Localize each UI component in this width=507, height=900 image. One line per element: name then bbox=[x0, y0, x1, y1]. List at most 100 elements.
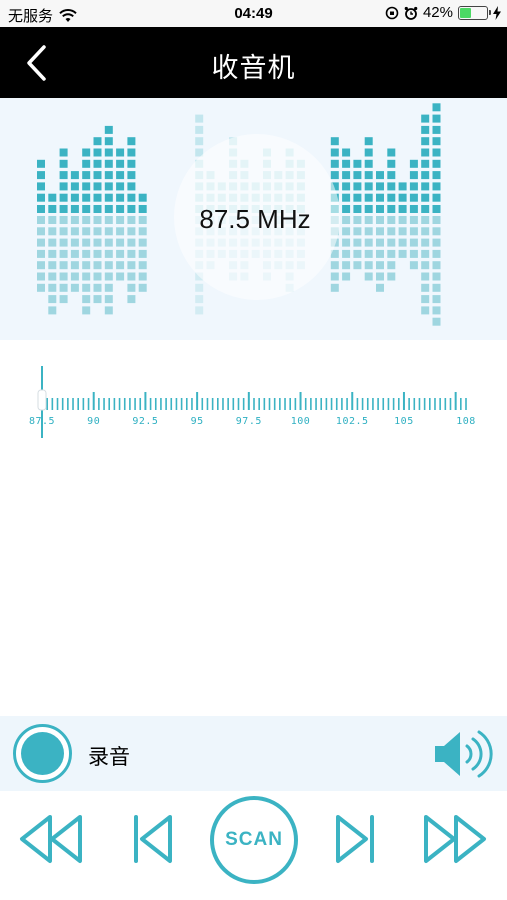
spectrum-cell bbox=[421, 216, 430, 224]
record-label: 录音 bbox=[88, 746, 130, 769]
spectrum-cell bbox=[138, 283, 147, 292]
spectrum-cell bbox=[127, 193, 136, 202]
scan-button[interactable]: SCAN bbox=[210, 796, 298, 884]
page-title: 收音机 bbox=[211, 53, 296, 83]
spectrum-cell bbox=[37, 283, 45, 292]
spectrum-cell bbox=[409, 249, 418, 258]
frequency-tuner[interactable]: 87.5 90 92.5 95 97.5 100 102.5 105 108 bbox=[0, 340, 507, 450]
spectrum-cell bbox=[70, 171, 79, 180]
tuner-handle bbox=[37, 389, 47, 411]
status-bar: 无服务 04:49 42% bbox=[0, 0, 507, 27]
spectrum-cell bbox=[82, 249, 91, 258]
tuner-scale-label: 100 bbox=[290, 416, 311, 427]
spectrum-cell bbox=[48, 295, 57, 304]
alarm-icon bbox=[404, 6, 418, 20]
spectrum-cell bbox=[409, 171, 418, 180]
spectrum-cell bbox=[195, 306, 204, 315]
spectrum-cell bbox=[82, 148, 91, 157]
spectrum-cell bbox=[93, 159, 102, 168]
spectrum-cell bbox=[421, 171, 430, 180]
spectrum-cell bbox=[398, 227, 407, 236]
spectrum-cell bbox=[104, 137, 113, 146]
spectrum-cell bbox=[127, 216, 136, 224]
spectrum-cell bbox=[330, 159, 339, 168]
spectrum-cell bbox=[104, 227, 113, 236]
spectrum-cell bbox=[387, 182, 396, 191]
spectrum-cell bbox=[82, 182, 91, 191]
spectrum-cell bbox=[432, 148, 441, 157]
spectrum-cell bbox=[421, 193, 430, 202]
spectrum-cell bbox=[82, 171, 91, 180]
spectrum-cell bbox=[421, 227, 430, 236]
spectrum-cell bbox=[387, 216, 396, 224]
spectrum-cell bbox=[409, 205, 418, 213]
spectrum-cell bbox=[432, 317, 441, 326]
spectrum-cell bbox=[421, 249, 430, 258]
spectrum-cell bbox=[342, 238, 351, 247]
spectrum-cell bbox=[48, 227, 57, 236]
spectrum-cell bbox=[195, 114, 204, 123]
spectrum-cell bbox=[82, 159, 91, 168]
spectrum-cell bbox=[59, 148, 68, 157]
spectrum-cell bbox=[82, 283, 91, 292]
spectrum-cell bbox=[70, 283, 79, 292]
spectrum-cell bbox=[116, 159, 125, 168]
spectrum-cell bbox=[432, 159, 441, 168]
spectrum-cell bbox=[364, 182, 373, 191]
spectrum-cell bbox=[138, 261, 147, 270]
spectrum-cell bbox=[432, 306, 441, 315]
spectrum-cell bbox=[104, 216, 113, 224]
spectrum-cell bbox=[364, 205, 373, 213]
spectrum-cell bbox=[432, 103, 441, 112]
spectrum-cell bbox=[432, 193, 441, 202]
spectrum-cell bbox=[376, 182, 384, 191]
spectrum-cell bbox=[364, 137, 373, 146]
spectrum-cell bbox=[70, 227, 79, 236]
spectrum-cell bbox=[116, 148, 125, 157]
spectrum-cell bbox=[421, 182, 430, 191]
spectrum-cell bbox=[353, 227, 362, 236]
spectrum-cell bbox=[330, 171, 339, 180]
spectrum-cell bbox=[93, 283, 102, 292]
next-button[interactable] bbox=[334, 813, 378, 870]
spectrum-cell bbox=[409, 182, 418, 191]
fast-rewind-button[interactable] bbox=[18, 813, 84, 870]
spectrum-cell bbox=[330, 272, 339, 281]
spectrum-cell bbox=[127, 283, 136, 292]
spectrum-cell bbox=[342, 261, 351, 270]
spectrum-cell bbox=[127, 205, 136, 213]
spectrum-cell bbox=[432, 261, 441, 270]
spectrum-cell bbox=[82, 216, 91, 224]
spectrum-cell bbox=[330, 137, 339, 146]
spectrum-cell bbox=[387, 171, 396, 180]
spectrum-cell bbox=[342, 171, 351, 180]
spectrum-cell bbox=[37, 249, 45, 258]
spectrum-cell bbox=[364, 216, 373, 224]
record-button[interactable] bbox=[13, 724, 72, 783]
spectrum-cell bbox=[138, 272, 147, 281]
spectrum-cell bbox=[82, 227, 91, 236]
previous-button[interactable] bbox=[130, 813, 174, 870]
spectrum-cell bbox=[70, 193, 79, 202]
spectrum-cell bbox=[93, 238, 102, 247]
spectrum-cell bbox=[82, 193, 91, 202]
spectrum-cell bbox=[104, 125, 113, 134]
volume-button[interactable] bbox=[432, 726, 496, 782]
spectrum-cell bbox=[104, 148, 113, 157]
spectrum-cell bbox=[409, 238, 418, 247]
spectrum-cell bbox=[82, 205, 91, 213]
charging-bolt-icon bbox=[493, 5, 501, 20]
scan-label: SCAN bbox=[225, 829, 283, 850]
fast-forward-button[interactable] bbox=[422, 813, 488, 870]
spectrum-cell bbox=[364, 171, 373, 180]
spectrum-cell bbox=[364, 249, 373, 258]
record-bar: 录音 bbox=[0, 716, 507, 791]
spectrum-cell bbox=[37, 182, 45, 191]
spectrum-cell bbox=[93, 295, 102, 304]
spectrum-cell bbox=[104, 205, 113, 213]
spectrum-cell bbox=[59, 182, 68, 191]
spectrum-cell bbox=[421, 205, 430, 213]
spectrum-cell bbox=[104, 306, 113, 315]
spectrum-cell bbox=[330, 283, 339, 292]
spectrum-cell bbox=[421, 114, 430, 123]
